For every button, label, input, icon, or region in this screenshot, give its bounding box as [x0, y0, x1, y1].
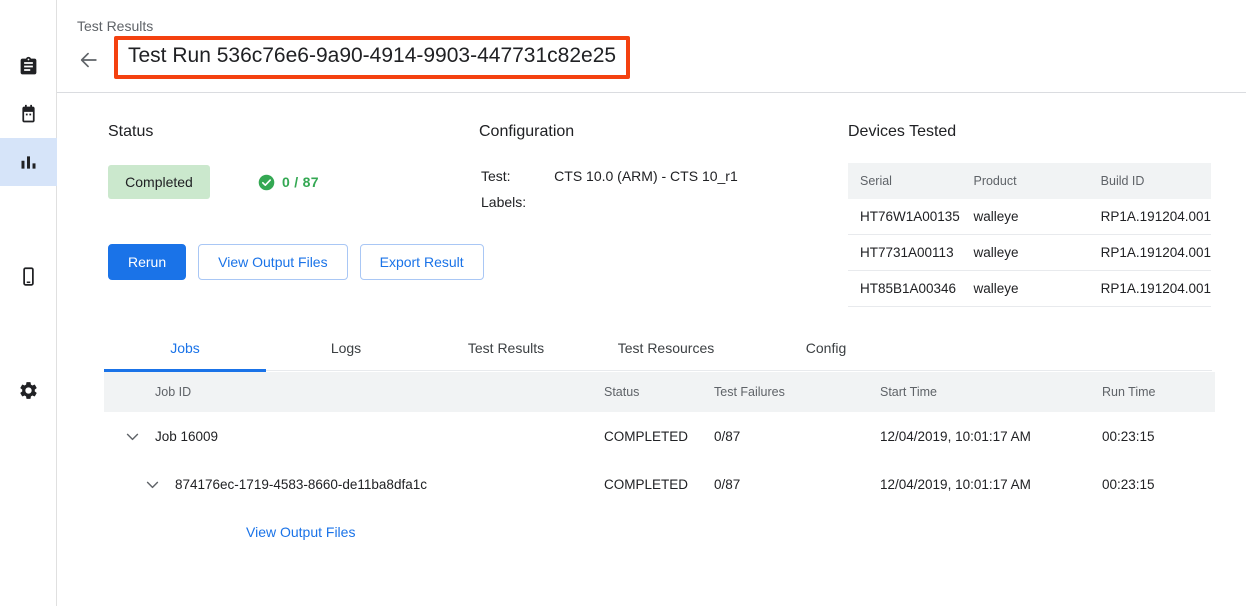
configuration-section-title: Configuration: [479, 123, 740, 141]
job-id-label: Job 16009: [155, 429, 218, 444]
test-failures-summary: 0 / 87: [258, 174, 319, 191]
chevron-down-icon[interactable]: [120, 424, 144, 448]
export-result-button[interactable]: Export Result: [360, 244, 484, 280]
phone-icon: [18, 266, 39, 287]
sidebar-mid-spacer: [0, 186, 56, 252]
jobs-table: Job ID Status Test Failures Start Time R…: [104, 372, 1215, 556]
attempt-id-cell: 874176ec-1719-4583-8660-de11ba8dfa1c: [104, 460, 604, 508]
attempt-status: COMPLETED: [604, 460, 714, 508]
tab-config[interactable]: Config: [746, 325, 906, 371]
status-badge: Completed: [108, 165, 210, 199]
job-id-cell: Job 16009: [104, 412, 604, 460]
jobs-col-status: Status: [604, 372, 714, 412]
device-product: walleye: [961, 235, 1088, 271]
title-row: Test Run 536c76e6-9a90-4914-9903-447731c…: [77, 36, 630, 79]
tab-test-results[interactable]: Test Results: [426, 325, 586, 371]
devices-section-title: Devices Tested: [848, 123, 1211, 141]
device-build-id: RP1A.191204.001: [1089, 199, 1211, 235]
job-start-time: 12/04/2019, 10:01:17 AM: [880, 412, 1102, 460]
page-title: Test Run 536c76e6-9a90-4914-9903-447731c…: [128, 42, 616, 70]
table-row: View Output Files: [104, 508, 1215, 556]
attempt-id-label: 874176ec-1719-4583-8660-de11ba8dfa1c: [175, 477, 427, 492]
devices-col-serial: Serial: [848, 163, 961, 199]
attempt-start-time: 12/04/2019, 10:01:17 AM: [880, 460, 1102, 508]
table-row[interactable]: 874176ec-1719-4583-8660-de11ba8dfa1c COM…: [104, 460, 1215, 508]
check-circle-icon: [258, 174, 275, 191]
action-buttons: Rerun View Output Files Export Result: [108, 244, 484, 280]
failures-count: 0 / 87: [282, 174, 319, 190]
sidebar-item-devices[interactable]: [0, 252, 57, 300]
devices-header-row: Serial Product Build ID: [848, 163, 1211, 199]
device-build-id: RP1A.191204.001: [1089, 235, 1211, 271]
attempt-output-files-cell: View Output Files: [104, 508, 1215, 556]
device-product: walleye: [961, 271, 1088, 307]
devices-table-wrapper: Serial Product Build ID HT76W1A00135 wal…: [848, 163, 1211, 307]
job-cell-inner: Job 16009: [120, 424, 604, 448]
config-value-test: CTS 10.0 (ARM) - CTS 10_r1: [554, 167, 738, 191]
jobs-col-test-failures: Test Failures: [714, 372, 880, 412]
status-section-title: Status: [108, 123, 484, 141]
main-content: Test Results Test Run 536c76e6-9a90-4914…: [57, 0, 1246, 606]
sidebar-top-spacer: [0, 0, 56, 42]
job-status: COMPLETED: [604, 412, 714, 460]
device-product: walleye: [961, 199, 1088, 235]
sidebar: [0, 0, 57, 606]
sidebar-bottom-spacer: [0, 300, 56, 366]
device-build-id: RP1A.191204.001: [1089, 271, 1211, 307]
tab-jobs[interactable]: Jobs: [104, 325, 266, 371]
job-test-failures: 0/87: [714, 412, 880, 460]
devices-table: Serial Product Build ID HT76W1A00135 wal…: [848, 163, 1211, 307]
table-row: HT85B1A00346 walleye RP1A.191204.001: [848, 271, 1211, 307]
summary-section: Status Completed 0 / 87 Rerun: [57, 93, 1246, 315]
status-row: Completed 0 / 87: [108, 165, 484, 199]
tab-test-resources[interactable]: Test Resources: [586, 325, 746, 371]
attempt-test-failures: 0/87: [714, 460, 880, 508]
config-key-test: Test:: [481, 167, 552, 191]
configuration-column: Configuration Test: CTS 10.0 (ARM) - CTS…: [479, 123, 740, 219]
device-serial: HT76W1A00135: [848, 199, 961, 235]
config-key-labels: Labels:: [481, 193, 552, 217]
job-run-time: 00:23:15: [1102, 412, 1215, 460]
jobs-header-row: Job ID Status Test Failures Start Time R…: [104, 372, 1215, 412]
tab-logs[interactable]: Logs: [266, 325, 426, 371]
config-row-test: Test: CTS 10.0 (ARM) - CTS 10_r1: [481, 167, 738, 191]
jobs-col-job-id: Job ID: [104, 372, 604, 412]
device-serial: HT7731A00113: [848, 235, 961, 271]
sidebar-item-settings[interactable]: [0, 366, 57, 414]
bar-chart-icon: [18, 152, 39, 173]
devices-col-build-id: Build ID: [1089, 163, 1211, 199]
attempt-cell-inner: 874176ec-1719-4583-8660-de11ba8dfa1c: [120, 472, 604, 496]
tab-bar: Jobs Logs Test Results Test Resources Co…: [104, 325, 1212, 371]
rerun-button[interactable]: Rerun: [108, 244, 186, 280]
devices-col-product: Product: [961, 163, 1088, 199]
jobs-col-run-time: Run Time: [1102, 372, 1215, 412]
config-row-labels: Labels:: [481, 193, 738, 217]
app-root: Test Results Test Run 536c76e6-9a90-4914…: [0, 0, 1246, 606]
sidebar-item-test-plans[interactable]: [0, 90, 57, 138]
table-row: HT7731A00113 walleye RP1A.191204.001: [848, 235, 1211, 271]
view-output-files-button[interactable]: View Output Files: [198, 244, 347, 280]
jobs-col-start-time: Start Time: [880, 372, 1102, 412]
gear-icon: [18, 380, 39, 401]
device-serial: HT85B1A00346: [848, 271, 961, 307]
clipboard-icon: [18, 56, 39, 77]
status-column: Status Completed 0 / 87 Rerun: [108, 123, 484, 280]
calendar-icon: [18, 104, 39, 125]
jobs-table-wrapper: Job ID Status Test Failures Start Time R…: [104, 372, 1215, 556]
view-output-files-link[interactable]: View Output Files: [104, 524, 355, 540]
config-value-labels: [554, 193, 738, 217]
breadcrumb: Test Results: [77, 18, 153, 34]
sidebar-item-test-results[interactable]: [0, 138, 57, 186]
arrow-left-icon[interactable]: [77, 48, 101, 72]
devices-column: Devices Tested Serial Product Build ID: [848, 123, 1211, 307]
attempt-run-time: 00:23:15: [1102, 460, 1215, 508]
table-row[interactable]: Job 16009 COMPLETED 0/87 12/04/2019, 10:…: [104, 412, 1215, 460]
title-highlight-box: Test Run 536c76e6-9a90-4914-9903-447731c…: [114, 36, 630, 79]
configuration-table: Test: CTS 10.0 (ARM) - CTS 10_r1 Labels:: [479, 165, 740, 219]
sidebar-item-test-suites[interactable]: [0, 42, 57, 90]
chevron-down-icon[interactable]: [140, 472, 164, 496]
page-header: Test Results Test Run 536c76e6-9a90-4914…: [57, 0, 1246, 93]
table-row: HT76W1A00135 walleye RP1A.191204.001: [848, 199, 1211, 235]
